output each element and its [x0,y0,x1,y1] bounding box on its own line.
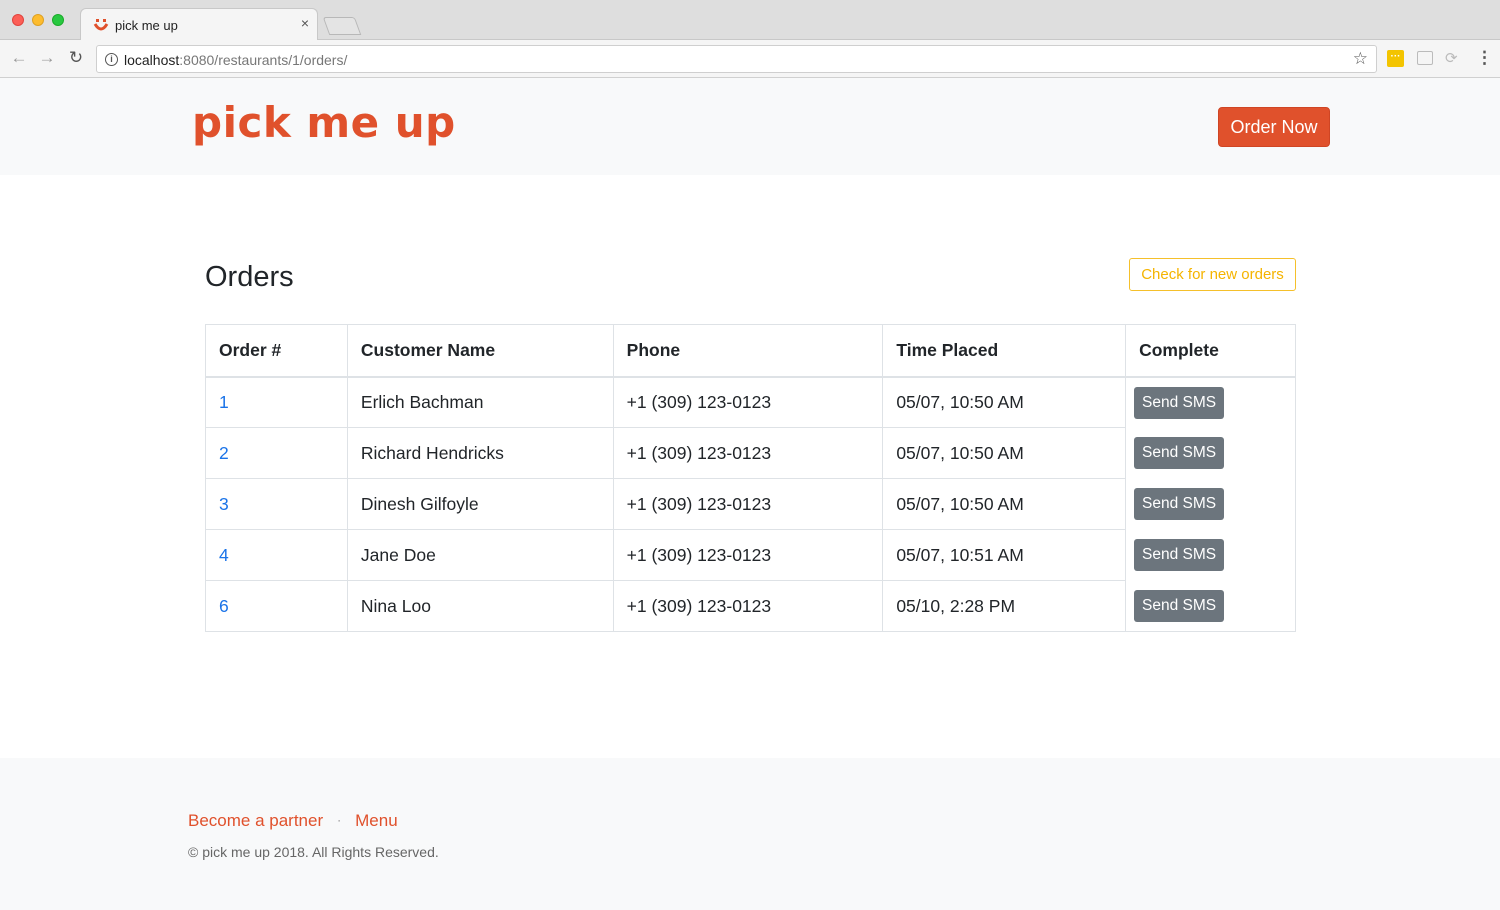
order-id-link[interactable]: 3 [205,478,348,530]
window-minimize-dot[interactable] [32,14,44,26]
customer-name: Dinesh Gilfoyle [346,478,614,530]
extension-window-icon[interactable] [1417,51,1433,65]
customer-name: Richard Hendricks [346,427,614,479]
column-header-complete: Complete [1125,324,1296,378]
reload-icon[interactable]: ↻ [66,48,86,68]
column-header-order: Order # [205,324,348,378]
extension-icon[interactable]: ··· [1387,50,1404,67]
phone: +1 (309) 123-0123 [612,376,884,428]
send-sms-button[interactable]: Send SMS [1134,488,1225,520]
order-id-link[interactable]: 1 [205,376,348,428]
order-id-link[interactable]: 6 [205,580,348,632]
page-title: Orders [205,261,294,293]
address-bar[interactable]: i localhost:8080/restaurants/1/orders/ ☆ [96,45,1377,73]
tab-title: pick me up [115,18,178,33]
site-footer: Become a partner · Menu © pick me up 2018.… [0,758,1500,910]
column-header-customer: Customer Name [346,324,614,378]
site-logo[interactable]: pick me up [192,98,456,147]
footer-separator: · [337,813,342,827]
become-partner-link[interactable]: Become a partner [188,811,323,830]
phone: +1 (309) 123-0123 [612,427,884,479]
page-content: pick me up Order Now Orders Check for ne… [0,78,1500,910]
order-id-link[interactable]: 4 [205,529,348,581]
column-header-time: Time Placed [882,324,1127,378]
table-row: 3 Dinesh Gilfoyle +1 (309) 123-0123 05/0… [205,478,1296,530]
browser-menu-icon[interactable]: ⋮ [1476,48,1493,68]
extension-sync-icon[interactable]: ⟳ [1445,49,1458,67]
window-zoom-dot[interactable] [52,14,64,26]
browser-tab-strip: pick me up × [0,0,1500,41]
site-header: pick me up Order Now [0,78,1500,175]
phone: +1 (309) 123-0123 [612,529,884,581]
time-placed: 05/10, 2:28 PM [882,580,1127,632]
info-icon[interactable]: i [105,53,118,66]
send-sms-button[interactable]: Send SMS [1134,386,1225,419]
table-row: 1 Erlich Bachman +1 (309) 123-0123 05/07… [205,376,1296,428]
time-placed: 05/07, 10:50 AM [882,427,1127,479]
customer-name: Jane Doe [346,529,614,581]
customer-name: Erlich Bachman [346,376,614,428]
time-placed: 05/07, 10:51 AM [882,529,1127,581]
phone: +1 (309) 123-0123 [612,478,884,530]
send-sms-button[interactable]: Send SMS [1134,589,1225,622]
url-text[interactable]: localhost:8080/restaurants/1/orders/ [124,52,347,68]
copyright-text: © pick me up 2018. All Rights Reserved. [188,844,439,860]
bookmark-star-icon[interactable]: ☆ [1353,49,1368,69]
order-id-link[interactable]: 2 [205,427,348,479]
column-header-phone: Phone [612,324,884,378]
check-new-orders-button[interactable]: Check for new orders [1129,258,1296,291]
phone: +1 (309) 123-0123 [612,580,884,632]
back-arrow-icon[interactable]: ← [9,48,29,68]
new-tab-button[interactable] [322,17,362,35]
customer-name: Nina Loo [346,580,614,632]
window-close-dot[interactable] [12,14,24,26]
smile-favicon-icon [93,19,109,31]
browser-tab[interactable]: pick me up × [80,8,318,41]
send-sms-button[interactable]: Send SMS [1134,539,1225,571]
table-row: 2 Richard Hendricks +1 (309) 123-0123 05… [205,427,1296,479]
forward-arrow-icon[interactable]: → [37,48,57,68]
browser-toolbar: ← → ↻ i localhost:8080/restaurants/1/ord… [0,40,1500,78]
time-placed: 05/07, 10:50 AM [882,376,1127,428]
orders-table: Order # Customer Name Phone Time Placed … [205,324,1296,632]
time-placed: 05/07, 10:50 AM [882,478,1127,530]
menu-link[interactable]: Menu [355,811,398,830]
tab-close-icon[interactable]: × [301,15,309,31]
table-row: 6 Nina Loo +1 (309) 123-0123 05/10, 2:28… [205,580,1296,632]
order-now-button[interactable]: Order Now [1218,107,1330,147]
send-sms-button[interactable]: Send SMS [1134,437,1225,469]
table-header-row: Order # Customer Name Phone Time Placed … [205,324,1296,378]
table-row: 4 Jane Doe +1 (309) 123-0123 05/07, 10:5… [205,529,1296,581]
footer-links: Become a partner · Menu [188,811,398,831]
